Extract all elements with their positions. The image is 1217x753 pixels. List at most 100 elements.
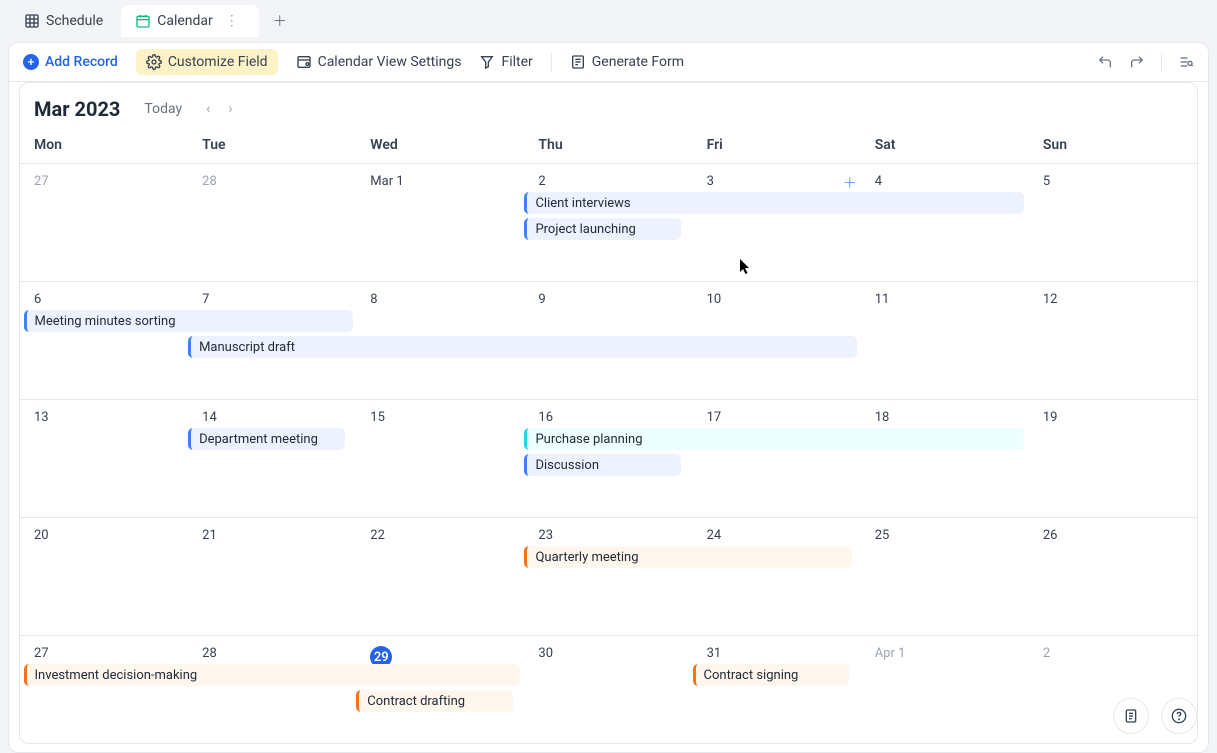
event-department-meeting[interactable]: Department meeting (188, 428, 345, 450)
day-number: 25 (875, 528, 890, 543)
day-cell[interactable]: 27 (20, 170, 188, 277)
day-cell[interactable]: 5 (1029, 170, 1197, 277)
day-number: Mar 1 (370, 174, 403, 189)
day-number: 5 (1043, 174, 1050, 189)
day-cell[interactable]: 20 (20, 524, 188, 631)
view-settings-button[interactable]: Calendar View Settings (296, 54, 462, 70)
week-row: 20 21 22 23 24 25 26 Quarterly meeting (20, 517, 1197, 635)
event-meeting-minutes[interactable]: Meeting minutes sorting (24, 310, 354, 332)
calendar-icon (135, 13, 151, 29)
event-discussion[interactable]: Discussion (524, 454, 681, 476)
day-number: 14 (202, 410, 217, 425)
week-row: 27 28 29 30 31 Apr 1 2 Investment decisi… (20, 635, 1197, 743)
day-cell[interactable]: 30 (524, 642, 692, 739)
calendar-header: Mar 2023 Today ‹ › (20, 83, 1197, 131)
customize-field-label: Customize Field (168, 54, 268, 70)
filter-icon (479, 54, 495, 70)
add-event-icon[interactable]: ＋ (843, 173, 857, 193)
add-record-button[interactable]: + Add Record (23, 54, 118, 70)
day-cell[interactable]: 25 (861, 524, 1029, 631)
dow-sat: Sat (861, 137, 1029, 153)
day-cell[interactable]: 31 (693, 642, 861, 739)
dow-mon: Mon (20, 137, 188, 153)
event-manuscript-draft[interactable]: Manuscript draft (188, 336, 857, 358)
prev-month-button[interactable]: ‹ (206, 101, 210, 117)
event-contract-signing[interactable]: Contract signing (693, 664, 850, 686)
day-number: 11 (875, 292, 890, 307)
toolbar-right (1097, 53, 1194, 71)
day-number: 17 (707, 410, 722, 425)
event-project-launching[interactable]: Project launching (524, 218, 681, 240)
event-quarterly-meeting[interactable]: Quarterly meeting (524, 546, 851, 568)
day-cell[interactable]: 21 (188, 524, 356, 631)
day-cell[interactable]: 26 (1029, 524, 1197, 631)
day-number: 3 (707, 174, 714, 189)
calendar-container: Mar 2023 Today ‹ › Mon Tue Wed Thu Fri S… (8, 82, 1209, 753)
event-client-interviews[interactable]: Client interviews (524, 192, 1023, 214)
event-purchase-planning[interactable]: Purchase planning (524, 428, 1023, 450)
day-cell[interactable]: 23 (524, 524, 692, 631)
day-cell[interactable]: 18 (861, 406, 1029, 513)
day-number: 19 (1043, 410, 1058, 425)
day-cell[interactable]: 14 (188, 406, 356, 513)
tab-more-icon[interactable]: ⋮ (219, 13, 245, 29)
day-cell[interactable]: Apr 1 (861, 642, 1029, 739)
day-number: 27 (34, 174, 49, 189)
calendar-title: Mar 2023 (34, 97, 120, 121)
day-cell[interactable]: 19 (1029, 406, 1197, 513)
day-number: 2 (538, 174, 545, 189)
day-number: 10 (707, 292, 722, 307)
day-number: 24 (707, 528, 722, 543)
calendar-nav: ‹ › (206, 101, 232, 117)
document-icon (1123, 708, 1139, 724)
day-cell[interactable]: 17 (693, 406, 861, 513)
day-cell[interactable]: 11 (861, 288, 1029, 395)
calendar-weeks: 27 28 Mar 1 2 3 ＋4 5 Client interviews P… (20, 163, 1197, 743)
day-number: 18 (875, 410, 890, 425)
help-button[interactable] (1161, 698, 1197, 734)
dow-tue: Tue (188, 137, 356, 153)
gear-icon (146, 54, 162, 70)
undo-icon[interactable] (1097, 54, 1113, 70)
day-number: 13 (34, 410, 49, 425)
day-cell[interactable]: 28 (188, 170, 356, 277)
day-number: 16 (538, 410, 553, 425)
dow-thu: Thu (524, 137, 692, 153)
day-cell[interactable]: 27 (20, 642, 188, 739)
notes-button[interactable] (1113, 698, 1149, 734)
day-cell[interactable]: 6 (20, 288, 188, 395)
day-cell[interactable]: 3 (693, 170, 861, 277)
day-cell[interactable]: 15 (356, 406, 524, 513)
today-button[interactable]: Today (144, 101, 182, 117)
plus-circle-icon: + (23, 54, 39, 70)
day-cell[interactable]: ＋4 (861, 170, 1029, 277)
search-icon[interactable] (1178, 54, 1194, 70)
grid-icon (24, 13, 40, 29)
next-month-button[interactable]: › (228, 101, 232, 117)
day-cell[interactable]: 22 (356, 524, 524, 631)
filter-button[interactable]: Filter (479, 54, 532, 70)
day-cell[interactable]: 12 (1029, 288, 1197, 395)
day-cell[interactable]: 28 (188, 642, 356, 739)
generate-form-button[interactable]: Generate Form (570, 54, 684, 70)
event-contract-drafting[interactable]: Contract drafting (356, 690, 513, 712)
view-settings-label: Calendar View Settings (318, 54, 462, 70)
day-number: 23 (538, 528, 553, 543)
day-cell[interactable]: Mar 1 (356, 170, 524, 277)
day-cell[interactable]: 13 (20, 406, 188, 513)
week-row: 6 7 8 9 10 11 12 Meeting minutes sorting… (20, 281, 1197, 399)
day-number: 21 (202, 528, 217, 543)
toolbar-divider-2 (1161, 53, 1162, 71)
add-record-label: Add Record (45, 54, 118, 70)
day-cell[interactable]: 24 (693, 524, 861, 631)
add-tab-button[interactable]: ＋ (263, 5, 297, 37)
tab-schedule[interactable]: Schedule (10, 5, 117, 37)
settings-icon (296, 54, 312, 70)
day-number: 26 (1043, 528, 1058, 543)
day-number: 9 (538, 292, 545, 307)
dow-wed: Wed (356, 137, 524, 153)
tab-calendar[interactable]: Calendar ⋮ (121, 5, 259, 37)
customize-field-button[interactable]: Customize Field (136, 49, 278, 75)
event-investment[interactable]: Investment decision-making (24, 664, 521, 686)
redo-icon[interactable] (1129, 54, 1145, 70)
